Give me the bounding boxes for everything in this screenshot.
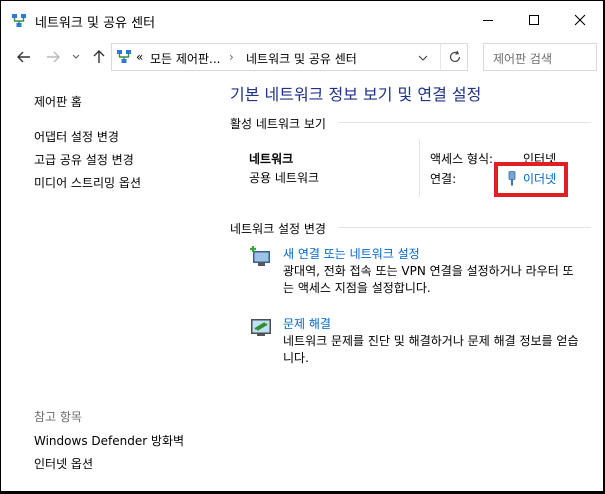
navigation-bar: « 모든 제어판... › 네트워크 및 공유 센터 제어판 검색 — [1, 39, 603, 75]
see-also-heading: 참고 항목 — [34, 410, 82, 424]
troubleshoot-icon — [251, 319, 271, 336]
close-icon — [574, 14, 586, 26]
search-input[interactable]: 제어판 검색 — [483, 43, 597, 71]
address-dropdown-icon[interactable] — [418, 53, 428, 63]
network-type: 공용 네트워크 — [249, 171, 320, 185]
recent-chevron-icon[interactable] — [71, 48, 81, 66]
page-title: 기본 네트워크 정보 보기 및 연결 설정 — [230, 85, 482, 104]
section-divider — [339, 122, 591, 123]
forward-arrow-icon[interactable] — [44, 48, 62, 66]
highlight-box — [494, 162, 568, 197]
minimize-button[interactable] — [465, 1, 511, 39]
new-connection-description: 광대역, 전화 접속 또는 VPN 연결을 설정하거나 라우터 또는 액세스 지… — [283, 264, 574, 295]
sidebar-adapter-settings[interactable]: 어댑터 설정 변경 — [34, 128, 119, 145]
change-settings-heading: 네트워크 설정 변경 — [230, 222, 326, 236]
vertical-divider — [419, 139, 420, 197]
connection-label: 연결: — [430, 172, 457, 186]
refresh-button[interactable] — [440, 43, 468, 71]
section-divider — [339, 227, 591, 228]
active-networks-heading: 활성 네트워크 보기 — [230, 117, 326, 131]
sidebar-control-panel-home[interactable]: 제어판 홈 — [34, 93, 82, 110]
back-arrow-icon[interactable] — [15, 48, 33, 66]
network-icon — [12, 14, 26, 27]
search-placeholder: 제어판 검색 — [493, 52, 553, 66]
new-connection-link[interactable]: 새 연결 또는 네트워크 설정 — [283, 245, 420, 262]
troubleshoot-description: 네트워크 문제를 진단 및 해결하거나 문제 해결 정보를 얻습니다. — [283, 334, 579, 365]
sidebar-advanced-sharing[interactable]: 고급 공유 설정 변경 — [34, 151, 134, 168]
up-arrow-icon[interactable] — [90, 48, 108, 66]
network-name: 네트워크 — [249, 152, 294, 166]
address-bar[interactable]: « 모든 제어판... › 네트워크 및 공유 센터 — [111, 43, 468, 71]
new-connection-icon — [250, 246, 270, 266]
access-type-label: 액세스 형식: — [430, 152, 494, 166]
window: 네트워크 및 공유 센터 « 모든 제어판... › 네트워크 및 공유 센터 … — [1, 1, 603, 491]
sidebar-media-streaming[interactable]: 미디어 스트리밍 옵션 — [34, 174, 141, 191]
close-button[interactable] — [557, 1, 603, 39]
minimize-icon — [483, 20, 493, 21]
breadcrumb-control-panel[interactable]: 모든 제어판... — [150, 50, 220, 67]
troubleshoot-link[interactable]: 문제 해결 — [283, 315, 331, 332]
see-also-internet-options[interactable]: 인터넷 옵션 — [34, 455, 93, 472]
maximize-icon — [529, 15, 539, 25]
see-also-firewall[interactable]: Windows Defender 방화벽 — [34, 432, 184, 449]
control-panel-icon — [117, 50, 131, 63]
window-title: 네트워크 및 공유 센터 — [35, 16, 156, 31]
maximize-button[interactable] — [511, 1, 557, 39]
title-bar: 네트워크 및 공유 센터 — [1, 1, 603, 39]
address-overflow[interactable]: « — [136, 50, 143, 64]
breadcrumb-separator[interactable]: › — [229, 50, 234, 64]
breadcrumb-network-center[interactable]: 네트워크 및 공유 센터 — [246, 50, 357, 67]
refresh-icon — [449, 50, 460, 63]
